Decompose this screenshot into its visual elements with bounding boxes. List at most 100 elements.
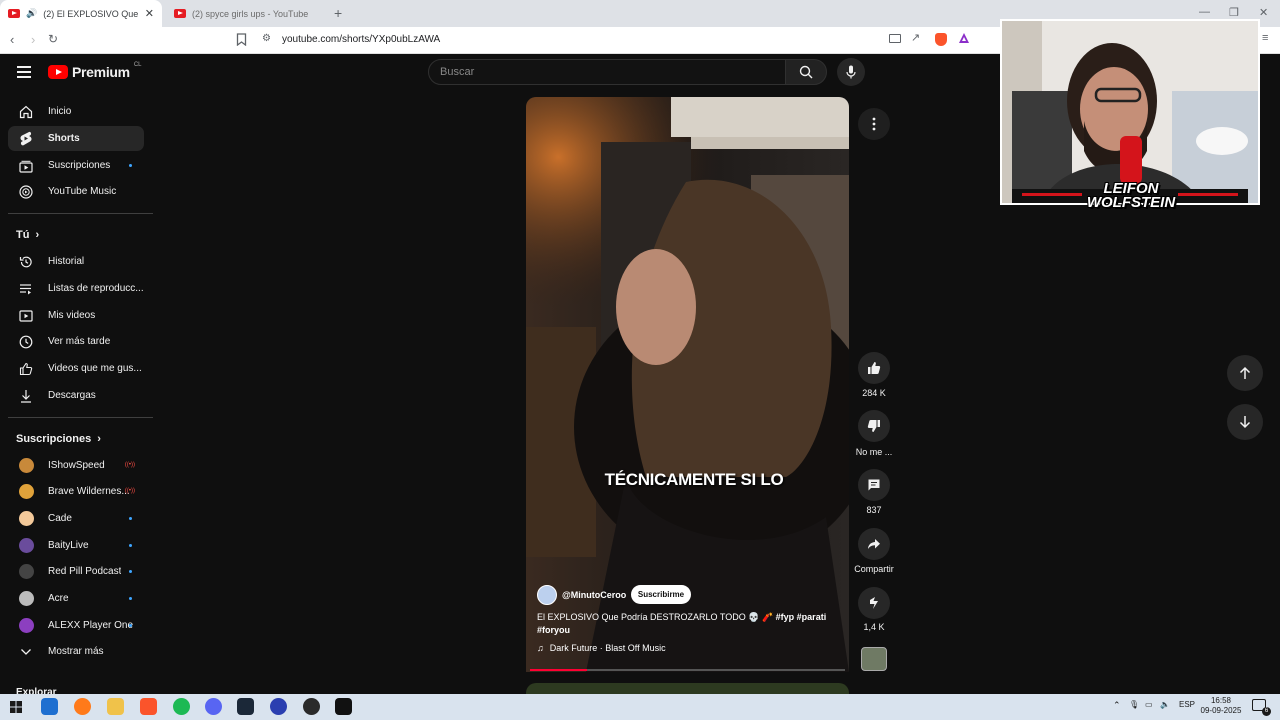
chevron-right-icon: › [97, 433, 101, 445]
tiktok-icon[interactable] [335, 698, 352, 715]
subscription-red-pill-podcast[interactable]: Red Pill Podcast [8, 559, 144, 584]
sidebar-item-ver-mas-tarde[interactable]: Ver más tarde [8, 329, 144, 354]
brave-shield-icon[interactable] [935, 33, 947, 46]
sidebar-item-historial[interactable]: Historial [8, 249, 144, 274]
subscription-acre[interactable]: Acre [8, 586, 144, 611]
sidebar-item-youtube-music[interactable]: YouTube Music [8, 179, 144, 204]
channel-avatar [18, 511, 34, 526]
close-tab-icon[interactable]: ✕ [145, 7, 154, 20]
search-icon [799, 65, 813, 79]
network-icon[interactable]: ▭ [1145, 700, 1153, 709]
microphone-tray-icon[interactable]: 🎙 [1129, 700, 1139, 709]
arrow-up-icon [1239, 366, 1251, 379]
you-section-heading[interactable]: Tú › [16, 229, 39, 241]
channel-avatar[interactable] [537, 585, 557, 605]
logo-text: Premium [72, 64, 130, 80]
subscriptions-section-heading[interactable]: Suscripciones › [16, 433, 101, 445]
subscribe-button[interactable]: Suscribirme [631, 585, 691, 604]
spotify-icon[interactable] [173, 698, 190, 715]
firefox-icon[interactable] [74, 698, 91, 715]
subscription-baitylive[interactable]: BaityLive [8, 533, 144, 558]
restore-icon[interactable]: ❐ [1229, 6, 1239, 19]
sidebar-item-inicio[interactable]: Inicio [8, 99, 144, 124]
voice-search-button[interactable] [837, 58, 865, 86]
new-content-dot [129, 517, 132, 520]
task-view-icon[interactable] [41, 698, 58, 715]
speaker-icon[interactable]: 🔊 [26, 8, 37, 19]
video-progress-bar[interactable] [530, 669, 845, 671]
menu-icon[interactable]: ≡ [1262, 32, 1268, 44]
next-short-button[interactable] [1227, 404, 1263, 440]
subscription-brave-wilderness[interactable]: Brave Wildernes... ((•)) [8, 479, 144, 504]
video-hashtag[interactable]: #foryou [537, 625, 570, 635]
previous-short-button[interactable] [1227, 355, 1263, 391]
like-button[interactable] [858, 352, 890, 384]
browser-tab[interactable]: (2) spyce girls ups - YouTube [166, 0, 326, 27]
search-input[interactable]: Buscar [428, 59, 786, 85]
channel-info[interactable]: @MinutoCeroo [537, 585, 626, 605]
subscription-alexx-player-one[interactable]: ALEXX Player One [8, 613, 144, 638]
browser-tab-active[interactable]: 🔊 (2) El EXPLOSIVO Que Podría ✕ [0, 0, 162, 27]
file-explorer-icon[interactable] [107, 698, 124, 715]
video-hashtags[interactable]: #fyp #parati [776, 612, 827, 622]
brave-browser-icon[interactable] [140, 698, 157, 715]
tray-overflow-icon[interactable]: ⌃ [1113, 700, 1121, 711]
sound-thumbnail[interactable] [861, 647, 887, 671]
volume-icon[interactable]: 🔈 [1160, 700, 1170, 709]
cast-icon[interactable] [889, 34, 901, 43]
forward-icon[interactable]: › [31, 32, 35, 47]
back-icon[interactable]: ‹ [10, 32, 14, 47]
subscription-ishowspeed[interactable]: IShowSpeed ((•)) [8, 453, 144, 478]
reload-icon[interactable]: ↻ [48, 32, 58, 46]
more-options-button[interactable] [858, 108, 890, 140]
windows-start-icon[interactable] [10, 701, 22, 713]
close-window-icon[interactable]: ✕ [1259, 6, 1268, 19]
dislike-label: No me ... [855, 447, 893, 457]
youtube-premium-logo[interactable]: Premium CL [48, 62, 142, 80]
webcam-overlay [1000, 19, 1260, 205]
tab-title: (2) spyce girls ups - YouTube [192, 8, 309, 19]
subscription-cade[interactable]: Cade [8, 506, 144, 531]
sidebar-item-listas[interactable]: Listas de reproducc... [8, 276, 144, 301]
comments-button[interactable] [858, 469, 890, 501]
channel-avatar [18, 591, 34, 606]
remix-button[interactable] [858, 587, 890, 619]
share-page-icon[interactable]: ↗ [911, 31, 920, 44]
overlay-line-2: WOLFSTEIN [1086, 194, 1176, 211]
sidebar-item-videos-que-me-gustan[interactable]: Videos que me gus... [8, 356, 144, 381]
messenger-icon[interactable] [270, 698, 287, 715]
sidebar-item-shorts[interactable]: Shorts [8, 126, 144, 151]
language-indicator[interactable]: ESP [1179, 700, 1195, 709]
windows-taskbar [0, 694, 1280, 720]
dislike-button[interactable] [858, 410, 890, 442]
url-field[interactable]: youtube.com/shorts/YXp0ubLzAWA [282, 34, 440, 45]
youtube-favicon-icon [174, 9, 186, 18]
bookmark-icon[interactable] [236, 33, 247, 46]
liked-videos-icon [10, 362, 42, 376]
search-button[interactable] [785, 59, 827, 85]
sidebar-item-mis-videos[interactable]: Mis videos [8, 303, 144, 328]
remix-icon [870, 597, 878, 609]
hamburger-menu-icon[interactable] [17, 66, 31, 81]
steam-icon[interactable] [237, 698, 254, 715]
remix-count: 1,4 K [863, 622, 885, 632]
site-settings-icon[interactable]: ⚙ [262, 33, 271, 44]
sidebar-item-descargas[interactable]: Descargas [8, 383, 144, 408]
obs-studio-icon[interactable] [303, 698, 320, 715]
comment-count: 837 [866, 505, 882, 515]
sidebar-item-label: Shorts [48, 133, 80, 144]
brave-rewards-icon[interactable] [958, 32, 970, 44]
video-title[interactable]: El EXPLOSIVO Que Podría DESTROZARLO TODO… [537, 611, 827, 637]
sidebar-item-suscripciones[interactable]: Suscripciones [8, 153, 144, 178]
music-link[interactable]: ♫ Dark Future · Blast Off Music [537, 643, 666, 653]
youtube-favicon-icon [8, 9, 20, 18]
share-button[interactable] [858, 528, 890, 560]
show-more-button[interactable]: Mostrar más [8, 639, 144, 664]
new-tab-button[interactable]: + [334, 5, 342, 21]
clock[interactable]: 16:58 09-09-2025 [1200, 696, 1242, 716]
minimize-icon[interactable]: — [1199, 6, 1210, 18]
channel-handle[interactable]: @MinutoCeroo [562, 590, 626, 600]
clock-time: 16:58 [1210, 696, 1232, 705]
discord-icon[interactable] [205, 698, 222, 715]
country-code: CL [133, 62, 142, 68]
